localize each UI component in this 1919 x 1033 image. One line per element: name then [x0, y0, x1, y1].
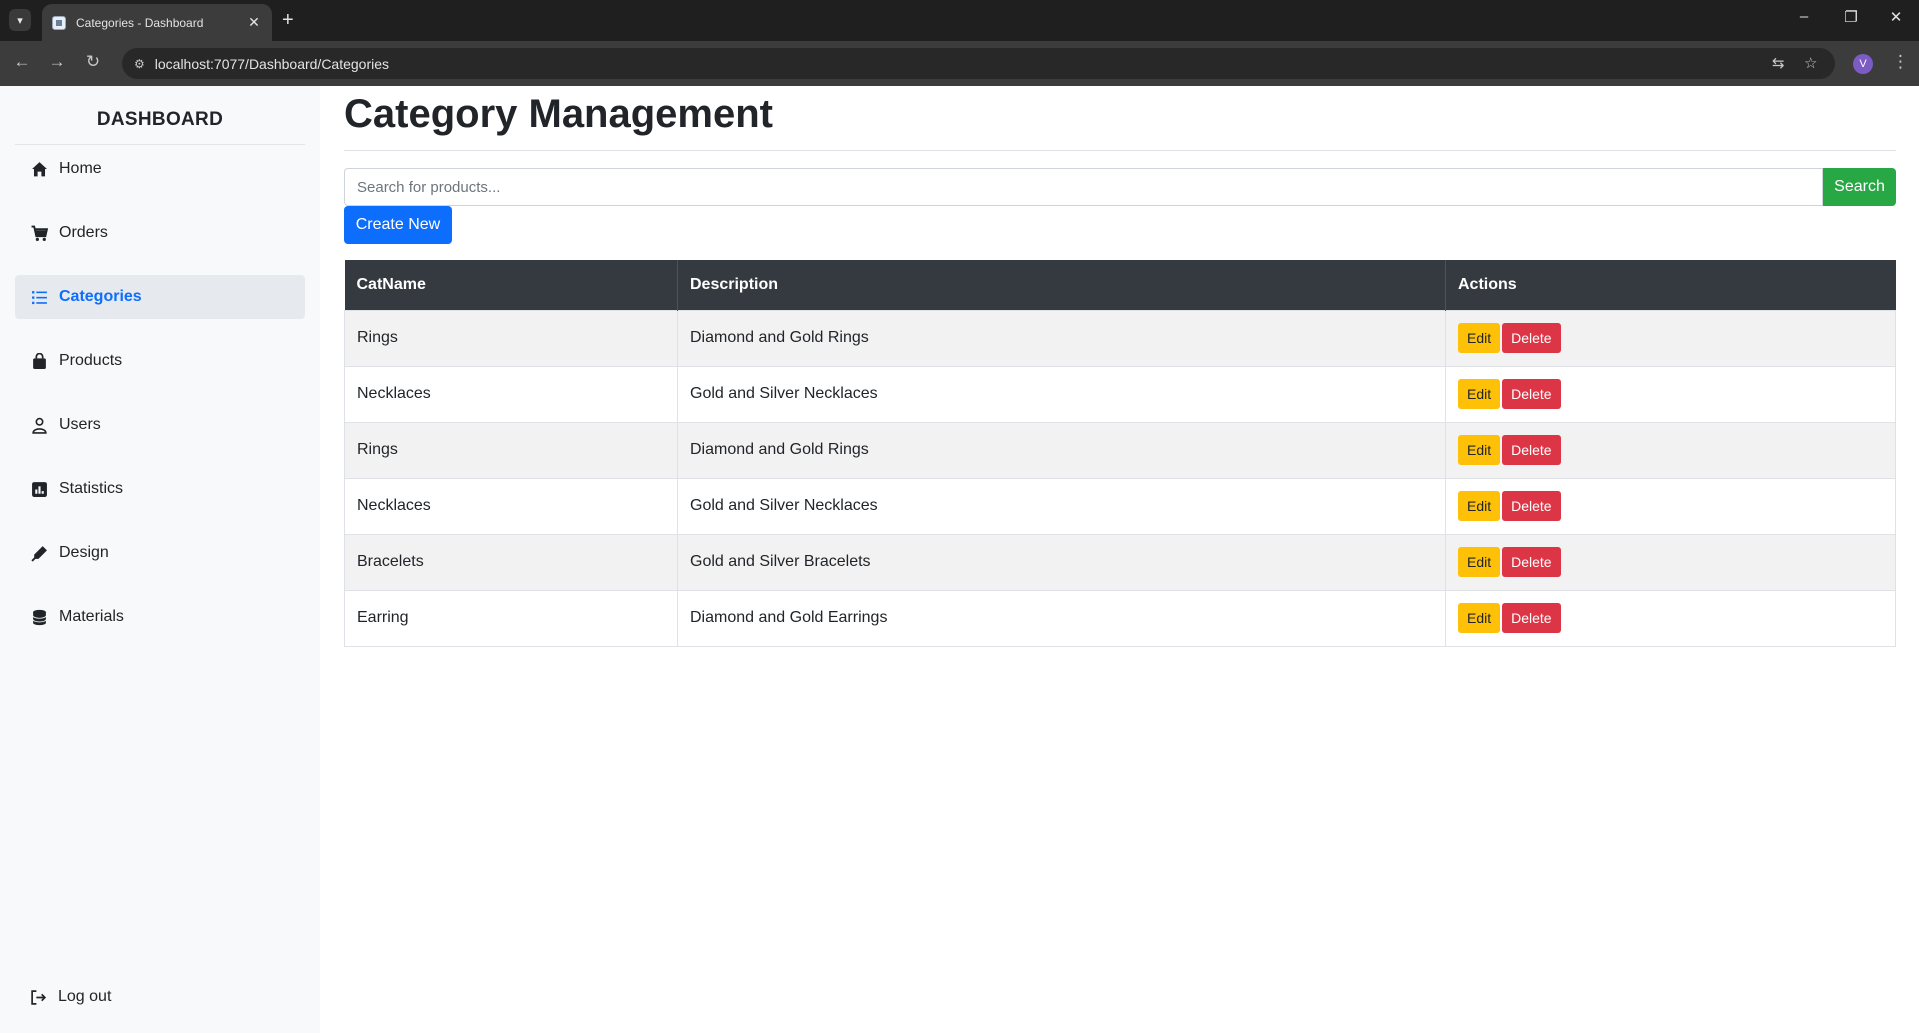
cart-icon [29, 224, 49, 242]
list-icon [29, 288, 49, 306]
browser-tab-bar: ▾ Categories - Dashboard ✕ + – ❐ ✕ [0, 0, 1919, 41]
tab-title: Categories - Dashboard [76, 15, 204, 30]
cell-description: Gold and Silver Necklaces [677, 477, 1446, 535]
sidebar-item-label: Materials [59, 608, 124, 625]
cell-description: Gold and Silver Necklaces [677, 365, 1446, 423]
title-divider [344, 150, 1896, 151]
edit-button[interactable]: Edit [1458, 547, 1501, 577]
sidebar-item-design[interactable]: Design [15, 531, 305, 575]
delete-button[interactable]: Delete [1502, 603, 1561, 633]
database-icon [29, 608, 49, 626]
page-favicon-icon [52, 15, 66, 30]
bookmark-star-icon[interactable]: ☆ [1804, 54, 1817, 72]
tab-close-icon[interactable]: ✕ [246, 14, 262, 31]
user-icon [29, 416, 49, 434]
cell-catname: Necklaces [344, 365, 678, 423]
restore-button[interactable]: ❐ [1831, 8, 1871, 26]
cell-actions: Edit Delete [1445, 533, 1896, 591]
edit-button[interactable]: Edit [1458, 603, 1501, 633]
home-icon [29, 160, 49, 178]
sidebar-item-home[interactable]: Home [15, 147, 305, 191]
cell-actions: Edit Delete [1445, 477, 1896, 535]
tab-search-button[interactable]: ▾ [9, 9, 31, 31]
site-info-icon[interactable]: ⚙ [134, 57, 145, 71]
cell-actions: Edit Delete [1445, 365, 1896, 423]
sidebar: DASHBOARD Home Orders Categories Product… [0, 86, 320, 1033]
table-row: Rings Diamond and Gold Rings Edit Delete [344, 309, 1896, 367]
table-row: Necklaces Gold and Silver Necklaces Edit… [344, 477, 1896, 535]
cell-catname: Earring [344, 589, 678, 647]
bag-icon [29, 352, 49, 370]
cell-description: Diamond and Gold Earrings [677, 589, 1446, 647]
table-row: Rings Diamond and Gold Rings Edit Delete [344, 421, 1896, 479]
reload-icon[interactable]: ↻ [81, 52, 105, 72]
edit-button[interactable]: Edit [1458, 379, 1501, 409]
browser-toolbar: ← → ↻ ⚙ localhost:7077/Dashboard/Categor… [0, 41, 1919, 86]
delete-button[interactable]: Delete [1502, 323, 1561, 353]
search-button[interactable]: Search [1823, 168, 1896, 206]
chart-icon [29, 480, 49, 498]
edit-button[interactable]: Edit [1458, 323, 1501, 353]
cell-actions: Edit Delete [1445, 421, 1896, 479]
url-text: localhost:7077/Dashboard/Categories [154, 55, 390, 72]
table-header-row: CatName Description Actions [344, 260, 1896, 310]
cell-description: Diamond and Gold Rings [677, 421, 1446, 479]
minimize-button[interactable]: – [1784, 8, 1824, 25]
translate-icon[interactable]: ⇆ [1772, 54, 1785, 72]
search-input[interactable] [344, 168, 1823, 206]
new-tab-button[interactable]: + [282, 9, 294, 31]
column-header-actions: Actions [1445, 260, 1896, 310]
sidebar-item-users[interactable]: Users [15, 403, 305, 447]
cell-catname: Necklaces [344, 477, 678, 535]
sidebar-item-orders[interactable]: Orders [15, 211, 305, 255]
logout-icon [28, 988, 48, 1006]
forward-arrow-icon[interactable]: → [45, 52, 69, 72]
sidebar-item-products[interactable]: Products [15, 339, 305, 383]
table-row: Bracelets Gold and Silver Bracelets Edit… [344, 533, 1896, 591]
cell-actions: Edit Delete [1445, 309, 1896, 367]
cell-actions: Edit Delete [1445, 589, 1896, 647]
cell-catname: Rings [344, 421, 678, 479]
browser-menu-icon[interactable]: ⋮ [1892, 52, 1909, 72]
sidebar-item-label: Design [59, 544, 109, 561]
delete-button[interactable]: Delete [1502, 547, 1561, 577]
edit-button[interactable]: Edit [1458, 491, 1501, 521]
sidebar-item-label: Home [59, 160, 102, 177]
sidebar-item-statistics[interactable]: Statistics [15, 467, 305, 511]
browser-tab[interactable]: Categories - Dashboard ✕ [42, 4, 272, 41]
logout-label: Log out [58, 988, 112, 1005]
table-row: Earring Diamond and Gold Earrings Edit De… [344, 589, 1896, 647]
cell-catname: Bracelets [344, 533, 678, 591]
sidebar-brand: DASHBOARD [96, 109, 224, 130]
page-title: Category Management [344, 92, 773, 136]
column-header-description: Description [677, 260, 1446, 310]
sidebar-item-categories[interactable]: Categories [15, 275, 305, 319]
profile-avatar[interactable]: V [1853, 54, 1873, 74]
pen-icon [29, 544, 49, 562]
table-row: Necklaces Gold and Silver Necklaces Edit… [344, 365, 1896, 423]
back-arrow-icon[interactable]: ← [10, 52, 34, 72]
logout-link[interactable]: Log out [28, 988, 111, 1006]
column-header-catname: CatName [344, 260, 678, 310]
cell-description: Diamond and Gold Rings [677, 309, 1446, 367]
create-new-button[interactable]: Create New [344, 206, 452, 244]
sidebar-item-materials[interactable]: Materials [15, 595, 305, 639]
categories-table: CatName Description Actions Rings Diamon… [344, 260, 1896, 647]
sidebar-item-label: Products [59, 352, 123, 369]
cell-catname: Rings [344, 309, 678, 367]
edit-button[interactable]: Edit [1458, 435, 1501, 465]
sidebar-item-label: Statistics [59, 480, 124, 497]
delete-button[interactable]: Delete [1502, 435, 1561, 465]
sidebar-item-label: Users [59, 416, 101, 433]
delete-button[interactable]: Delete [1502, 379, 1561, 409]
cell-description: Gold and Silver Bracelets [677, 533, 1446, 591]
delete-button[interactable]: Delete [1502, 491, 1561, 521]
close-window-button[interactable]: ✕ [1876, 8, 1916, 26]
brand-divider [15, 144, 305, 145]
sidebar-item-label: Orders [59, 224, 108, 241]
address-bar[interactable]: ⚙ localhost:7077/Dashboard/Categories [122, 48, 1835, 79]
sidebar-item-label: Categories [59, 288, 142, 305]
